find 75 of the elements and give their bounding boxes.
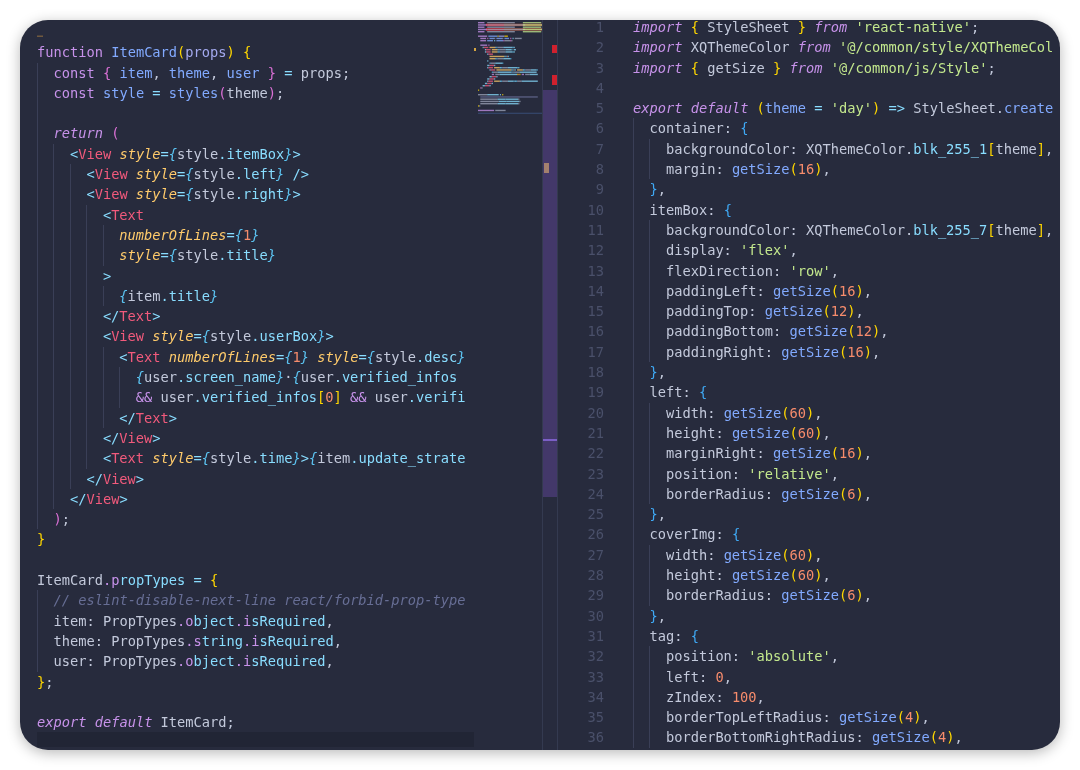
code-line: </View> — [69, 490, 128, 507]
code-line: && user.verified_infos[0] && user.verifi — [135, 389, 466, 406]
code-line: </Text> — [102, 308, 161, 325]
code-line: <Text — [102, 206, 145, 223]
scrollbar-thumb[interactable] — [543, 90, 557, 497]
code-line: paddingLeft: getSize(16), — [665, 282, 872, 299]
code-line: </View> — [86, 470, 145, 487]
code-line: // eslint-disable-next-line react/forbid-prop-type — [53, 592, 466, 609]
code-minimap[interactable] — [474, 21, 542, 115]
code-line: zIndex: 100, — [665, 688, 765, 705]
code-line: margin: getSize(16), — [665, 161, 831, 178]
code-line: user: PropTypes.object.isRequired, — [53, 653, 334, 670]
code-line: container: { — [649, 120, 749, 137]
code-line: const { item, theme, user } = props; — [53, 64, 351, 81]
code-line: ItemCard.propTypes = { — [37, 572, 219, 588]
code-line: tag: { — [649, 627, 699, 644]
code-line: left: { — [649, 384, 708, 401]
code-line: paddingBottom: getSize(12), — [665, 323, 889, 340]
code-line: }, — [649, 364, 666, 381]
code-line: width: getSize(60), — [665, 546, 823, 563]
error-marker-icon — [552, 45, 557, 53]
code-line: {item.title} — [119, 287, 219, 304]
code-line: backgroundColor: XQThemeColor.blk_255_1[theme], — [665, 140, 1054, 157]
code-line: <View style={style.itemBox}> — [69, 145, 301, 162]
code-line: itemBox: { — [649, 201, 732, 218]
horizontal-scrollbar[interactable] — [37, 732, 474, 748]
code-line: height: getSize(60), — [665, 424, 831, 441]
code-line: borderBottomRightRadius: getSize(4), — [665, 729, 963, 746]
selection-marker-icon — [543, 439, 557, 441]
code-line: {user.screen_name}·{user.verified_infos — [135, 369, 458, 386]
code-line: paddingRight: getSize(16), — [665, 343, 881, 360]
code-line: <Text numberOfLines={1} style={style.desc} — [119, 348, 466, 365]
code-line: borderTopLeftRadius: getSize(4), — [665, 709, 930, 726]
code-line: export default (theme = 'day') => StyleSheet.create — [633, 100, 1054, 117]
code-line: </View> — [102, 429, 161, 446]
code-line: coverImg: { — [649, 526, 741, 543]
code-line: }; — [37, 673, 54, 690]
code-line: import { getSize } from '@/common/js/Style'; — [633, 59, 996, 76]
cursor-marker-icon — [544, 163, 549, 173]
code-line: }, — [649, 607, 666, 624]
code-line: flexDirection: 'row', — [665, 262, 839, 279]
code-line: <Text style={style.time}>{item.update_strate — [102, 450, 466, 467]
code-line: numberOfLines={1} — [119, 226, 260, 243]
code-line: style={style.title} — [119, 247, 276, 264]
code-line: import XQThemeColor from '@/common/style/XQThemeCol — [633, 39, 1054, 56]
code-line: </Text> — [119, 409, 178, 426]
vertical-scrollbar[interactable] — [542, 20, 558, 750]
code-line: function ItemCard(props) { — [37, 44, 252, 61]
code-line: position: 'relative', — [665, 465, 839, 482]
code-line: return ( — [53, 125, 120, 142]
code-line: import { StyleSheet } from 'react-native'; — [633, 20, 980, 35]
code-line: theme: PropTypes.string.isRequired, — [53, 632, 342, 649]
code-line: height: getSize(60), — [665, 567, 831, 583]
fold-ellipsis[interactable]: … — [37, 28, 44, 39]
code-line: <View style={style.left} /> — [86, 166, 309, 183]
code-line: > — [102, 267, 112, 284]
code-line: display: 'flex', — [665, 242, 798, 259]
code-line: width: getSize(60), — [665, 404, 823, 421]
code-line: const style = styles(theme); — [53, 84, 285, 101]
code-line: }, — [649, 506, 666, 523]
code-line: item: PropTypes.object.isRequired, — [53, 612, 334, 629]
code-line: } — [37, 531, 46, 548]
code-line: backgroundColor: XQThemeColor.blk_255_7[theme], — [665, 221, 1054, 238]
code-line: position: 'absolute', — [665, 648, 839, 665]
code-line: export default ItemCard; — [37, 714, 235, 731]
error-marker-icon — [552, 75, 557, 85]
code-line: }, — [649, 181, 666, 198]
code-line: left: 0, — [665, 668, 732, 685]
code-line: marginRight: getSize(16), — [665, 445, 872, 462]
code-line: borderRadius: getSize(6), — [665, 485, 872, 502]
code-line: <View style={style.userBox}> — [102, 328, 334, 345]
code-line: paddingTop: getSize(12), — [665, 303, 864, 320]
code-line: borderRadius: getSize(6), — [665, 587, 872, 604]
code-line: ); — [53, 511, 70, 528]
code-line: <View style={style.right}> — [86, 186, 301, 203]
